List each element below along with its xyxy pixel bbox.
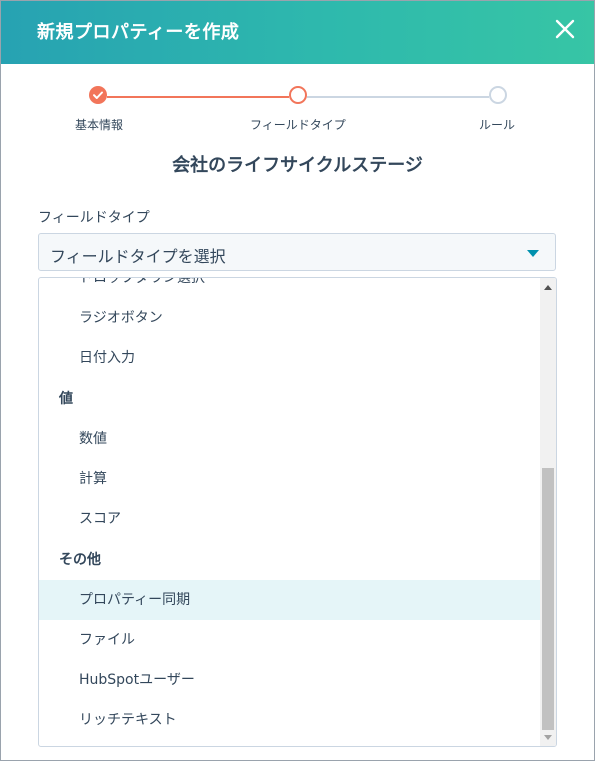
step-complete-dot <box>89 86 107 104</box>
field-type-label: フィールドタイプ <box>38 210 150 226</box>
option-score[interactable]: スコア <box>39 499 540 539</box>
dialog-header: 新規プロパティーを作成 <box>1 1 594 64</box>
field-type-select[interactable]: フィールドタイプを選択 <box>38 233 556 271</box>
option-rich-text[interactable]: リッチテキスト <box>39 700 540 740</box>
step-connector-1 <box>107 96 289 98</box>
option-calculation[interactable]: 計算 <box>39 459 540 499</box>
option-dropdown-select[interactable]: ドロップダウン選択 <box>39 278 540 298</box>
option-hubspot-user[interactable]: HubSpotユーザー <box>39 660 540 700</box>
property-name-heading: 会社のライフサイクルステージ <box>172 155 423 176</box>
step-label-rules: ルール <box>479 118 516 132</box>
step-label-basic-info: 基本情報 <box>75 118 124 132</box>
option-radio-button[interactable]: ラジオボタン <box>39 298 540 338</box>
group-header-other: その他 <box>59 552 101 568</box>
step-upcoming-dot <box>489 86 507 104</box>
field-type-dropdown: ドロップダウン選択 ラジオボタン 日付入力 値 数値 計算 スコア その他 プロ… <box>38 277 557 747</box>
create-property-dialog: 新規プロパティーを作成 基本情報 フィールドタイプ ルール 会社のライフサイクル… <box>0 0 595 761</box>
step-label-field-type: フィールドタイプ <box>250 118 346 132</box>
option-number[interactable]: 数値 <box>39 419 540 459</box>
scrollbar-thumb[interactable] <box>542 468 554 730</box>
caret-down-icon <box>527 250 539 257</box>
dropdown-scrollbar[interactable] <box>540 278 556 746</box>
option-date-input[interactable]: 日付入力 <box>39 338 540 378</box>
group-header-values: 値 <box>59 391 73 407</box>
step-connector-2 <box>307 96 489 98</box>
field-type-select-value: フィールドタイプを選択 <box>50 247 226 266</box>
option-property-sync[interactable]: プロパティー同期 <box>39 580 540 620</box>
scroll-up-arrow-icon[interactable] <box>544 285 552 290</box>
check-icon <box>93 91 103 99</box>
dialog-title: 新規プロパティーを作成 <box>37 22 240 43</box>
close-icon[interactable] <box>553 17 577 41</box>
scroll-down-arrow-icon[interactable] <box>544 735 552 740</box>
dropdown-options: ドロップダウン選択 ラジオボタン 日付入力 値 数値 計算 スコア その他 プロ… <box>39 278 540 746</box>
progress-stepper: 基本情報 フィールドタイプ ルール <box>1 64 594 144</box>
step-current-dot <box>289 86 307 104</box>
option-file[interactable]: ファイル <box>39 620 540 660</box>
